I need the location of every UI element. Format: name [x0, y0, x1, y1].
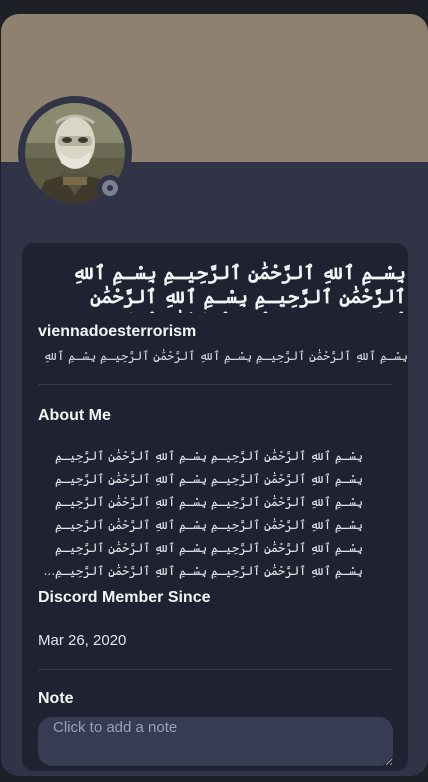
avatar-wrapper[interactable]	[18, 96, 132, 210]
note-heading: Note	[38, 690, 74, 707]
user-profile-popout: بِسْـمِ ٱللهِ ٱلرَّحْمَٰنِ ٱلرَّحِيـمِ ب…	[0, 0, 428, 782]
divider	[38, 384, 392, 385]
status-indicator	[97, 175, 123, 201]
display-name[interactable]: بِسْـمِ ٱللهِ ٱلرَّحْمَٰنِ ٱلرَّحِيـمِ ب…	[38, 261, 406, 313]
offline-status-icon	[102, 180, 118, 196]
note-input[interactable]	[38, 717, 393, 766]
about-me-text: بِسْـمِ ٱللهِ ٱلرَّحْمَٰنِ ٱلرَّحِيـمِ ب…	[43, 449, 363, 578]
member-since-heading: Discord Member Since	[38, 589, 211, 606]
about-me-heading: About Me	[38, 407, 111, 424]
pronouns: بِسْـمِ ٱللهِ ٱلرَّحْمَٰنِ ٱلرَّحِيـمِ ب…	[38, 349, 408, 363]
profile-card: بِسْـمِ ٱللهِ ٱلرَّحْمَٰنِ ٱلرَّحِيـمِ ب…	[1, 14, 428, 776]
username[interactable]: viennadoesterrorism	[38, 323, 196, 341]
divider	[38, 669, 392, 670]
member-since-date: Mar 26, 2020	[38, 632, 127, 649]
profile-body: بِسْـمِ ٱللهِ ٱلرَّحْمَٰنِ ٱلرَّحِيـمِ ب…	[22, 243, 408, 771]
